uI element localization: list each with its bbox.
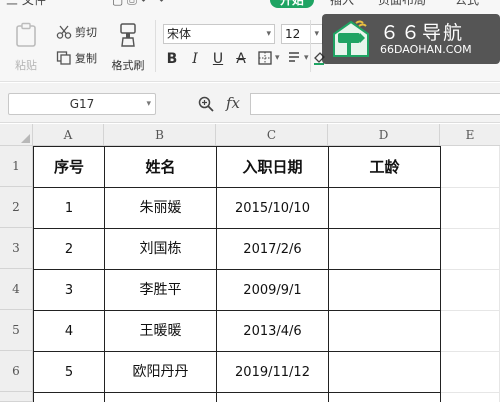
formula-bar: G17 ▾ fx xyxy=(0,83,500,123)
tab-formulas[interactable]: 公式 xyxy=(455,0,479,8)
ribbon-divider xyxy=(310,20,311,72)
column-header-b[interactable]: B xyxy=(104,124,216,146)
copy-button[interactable]: 复制 xyxy=(56,50,97,66)
row-header-4[interactable]: 4 xyxy=(0,269,33,310)
paintbrush-icon xyxy=(120,23,136,47)
cell-c4[interactable]: 2009/9/1 xyxy=(217,270,328,311)
site-logo: ６６导航 66DAOHAN.COM xyxy=(322,14,500,64)
cell-b6[interactable]: 欧阳丹丹 xyxy=(105,352,216,393)
cell-c5[interactable]: 2013/4/6 xyxy=(217,311,328,352)
borders-icon xyxy=(258,51,272,65)
copy-label: 复制 xyxy=(75,52,97,65)
strikethrough-button[interactable]: A xyxy=(232,50,250,68)
clipboard-icon xyxy=(16,22,36,47)
signpost-icon xyxy=(333,20,369,57)
cell-c3[interactable]: 2017/2/6 xyxy=(217,229,328,270)
row-header-7[interactable] xyxy=(0,392,33,402)
tab-page-layout[interactable]: 页面布局 xyxy=(378,0,426,8)
tab-home[interactable]: 开始 xyxy=(270,0,315,8)
cell-a1[interactable]: 序号 xyxy=(34,147,104,188)
cell-b3[interactable]: 刘国栋 xyxy=(105,229,216,270)
row-header-5[interactable]: 5 xyxy=(0,310,33,351)
cell-a4[interactable]: 3 xyxy=(34,270,104,311)
borders-button[interactable]: ▾ xyxy=(258,51,280,65)
cell-d4[interactable] xyxy=(329,270,440,311)
italic-button[interactable]: I xyxy=(186,50,204,68)
cell-a2[interactable]: 1 xyxy=(34,188,104,229)
cell-d2[interactable] xyxy=(329,188,440,229)
chevron-down-icon: ▾ xyxy=(314,29,319,39)
cell-d5[interactable] xyxy=(329,311,440,352)
underline-button[interactable]: U xyxy=(209,50,227,68)
zoom-icon[interactable] xyxy=(198,96,214,112)
font-family-select[interactable]: 宋体 ▾ xyxy=(163,24,275,44)
logo-subtitle: 66DAOHAN.COM xyxy=(380,43,472,56)
logo-title: ６６导航 xyxy=(380,22,465,44)
chevron-down-icon: ▾ xyxy=(275,53,280,63)
column-header-a[interactable]: A xyxy=(33,124,104,146)
paste-label: 粘贴 xyxy=(15,59,37,72)
cell-a5[interactable]: 4 xyxy=(34,311,104,352)
spreadsheet-grid: A B C D E 1 2 3 4 5 6 序号 姓名 入职日期 工龄 1 朱丽… xyxy=(0,124,500,402)
cell-c6[interactable]: 2019/11/12 xyxy=(217,352,328,393)
column-header-e[interactable]: E xyxy=(440,124,500,146)
quick-access-icons[interactable]: ▢ ⎙ ↶ ↷ xyxy=(112,0,165,8)
cell-b2[interactable]: 朱丽媛 xyxy=(105,188,216,229)
row-header-2[interactable]: 2 xyxy=(0,187,33,228)
menu-strip: 三 文件 ▢ ⎙ ↶ ↷ 开始 插入 页面布局 公式 xyxy=(0,0,500,8)
chevron-down-icon: ▾ xyxy=(266,29,271,39)
select-all-corner[interactable] xyxy=(0,124,33,146)
cut-button[interactable]: 剪切 xyxy=(56,24,97,40)
scissors-icon xyxy=(56,25,72,39)
tab-insert[interactable]: 插入 xyxy=(330,0,354,8)
fill-color-icon xyxy=(289,52,299,62)
cell-a3[interactable]: 2 xyxy=(34,229,104,270)
cell-d6[interactable] xyxy=(329,352,440,393)
font-size-value: 12 xyxy=(285,27,301,41)
font-family-value: 宋体 xyxy=(167,27,192,41)
copy-icon xyxy=(56,51,71,65)
cell-c1[interactable]: 入职日期 xyxy=(217,147,328,188)
column-header-c[interactable]: C xyxy=(216,124,328,146)
format-painter-label: 格式刷 xyxy=(111,59,145,72)
cut-label: 剪切 xyxy=(75,26,97,39)
paste-button[interactable]: 粘贴 xyxy=(8,22,44,73)
name-box[interactable]: G17 ▾ xyxy=(8,93,156,115)
cell-a6[interactable]: 5 xyxy=(34,352,104,393)
insert-function-button[interactable]: fx xyxy=(226,94,240,112)
row-header-6[interactable]: 6 xyxy=(0,351,33,392)
fill-color-button[interactable]: ▾ xyxy=(287,51,309,65)
column-header-d[interactable]: D xyxy=(328,124,440,146)
chevron-down-icon: ▾ xyxy=(146,99,151,109)
cell-d3[interactable] xyxy=(329,229,440,270)
cell-b1[interactable]: 姓名 xyxy=(105,147,216,188)
table-border xyxy=(440,146,441,402)
row-header-3[interactable]: 3 xyxy=(0,228,33,269)
cell-reference: G17 xyxy=(69,97,95,111)
chevron-down-icon: ▾ xyxy=(304,53,309,63)
cell-b4[interactable]: 李胜平 xyxy=(105,270,216,311)
cell-b5[interactable]: 王暖暖 xyxy=(105,311,216,352)
ribbon-divider xyxy=(155,20,156,72)
format-painter-button[interactable]: 格式刷 xyxy=(108,22,148,73)
cell-c2[interactable]: 2015/10/10 xyxy=(217,188,328,229)
row-header-1[interactable]: 1 xyxy=(0,146,33,187)
menu-file[interactable]: 三 文件 xyxy=(6,0,46,8)
formula-input[interactable] xyxy=(250,93,500,115)
bold-button[interactable]: B xyxy=(163,50,181,68)
font-size-select[interactable]: 12 ▾ xyxy=(281,24,323,44)
cell-d1[interactable]: 工龄 xyxy=(329,147,440,188)
select-all-icon xyxy=(21,134,30,143)
